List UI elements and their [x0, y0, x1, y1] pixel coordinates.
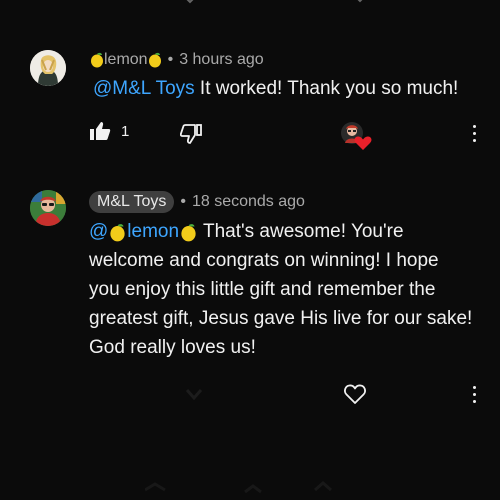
thumb-icon-partial	[186, 0, 194, 4]
meta-separator: •	[180, 193, 186, 210]
like-button[interactable]: 1	[89, 121, 129, 141]
author-name-chip[interactable]: M&L Toys	[89, 191, 175, 213]
creator-avatar-heart-icon	[341, 122, 372, 150]
comment-time: 18 seconds ago	[191, 193, 305, 210]
previous-comment-actions	[0, 0, 500, 10]
lemon-emoji	[91, 52, 103, 68]
heart-icon	[354, 136, 372, 150]
mention-link[interactable]: @ lemon	[89, 221, 198, 242]
like-count: 1	[121, 122, 130, 140]
avatar-lemon[interactable]	[30, 50, 66, 86]
creator-heart-badge	[340, 121, 372, 150]
author-name[interactable]: lemon	[90, 51, 162, 69]
avatar-ml-toys[interactable]	[30, 190, 66, 226]
comment-time: 3 hours ago	[179, 51, 264, 68]
more-options-icon[interactable]	[471, 125, 477, 143]
like-icon	[90, 122, 111, 140]
comment-meta: lemon • 3 hours ago	[90, 51, 264, 69]
dislike-button[interactable]	[180, 124, 202, 144]
more-options-icon[interactable]	[471, 386, 477, 404]
comment-body: @M&L Toys It worked! Thank you so much!	[93, 74, 493, 103]
comment-text: It worked! Thank you so much!	[194, 78, 459, 99]
heart-icon-partial	[357, 0, 363, 3]
faint-artifact	[144, 478, 345, 500]
heart-button[interactable]	[343, 383, 367, 405]
mention-link[interactable]: @M&L Toys	[93, 78, 195, 99]
comments-screen: lemon • 3 hours ago @M&L Toys It worked!…	[0, 0, 500, 500]
heart-outline-icon	[344, 384, 366, 404]
meta-separator: •	[167, 51, 174, 68]
lemon-emoji	[181, 224, 196, 242]
comment-meta: M&L Toys • 18 seconds ago	[89, 191, 305, 213]
faint-artifact	[185, 386, 203, 407]
lemon-emoji	[110, 224, 125, 242]
dislike-icon	[180, 124, 202, 144]
comment-body: @ lemon That's awesome! You're welcome an…	[89, 217, 474, 362]
lemon-emoji	[148, 52, 161, 68]
